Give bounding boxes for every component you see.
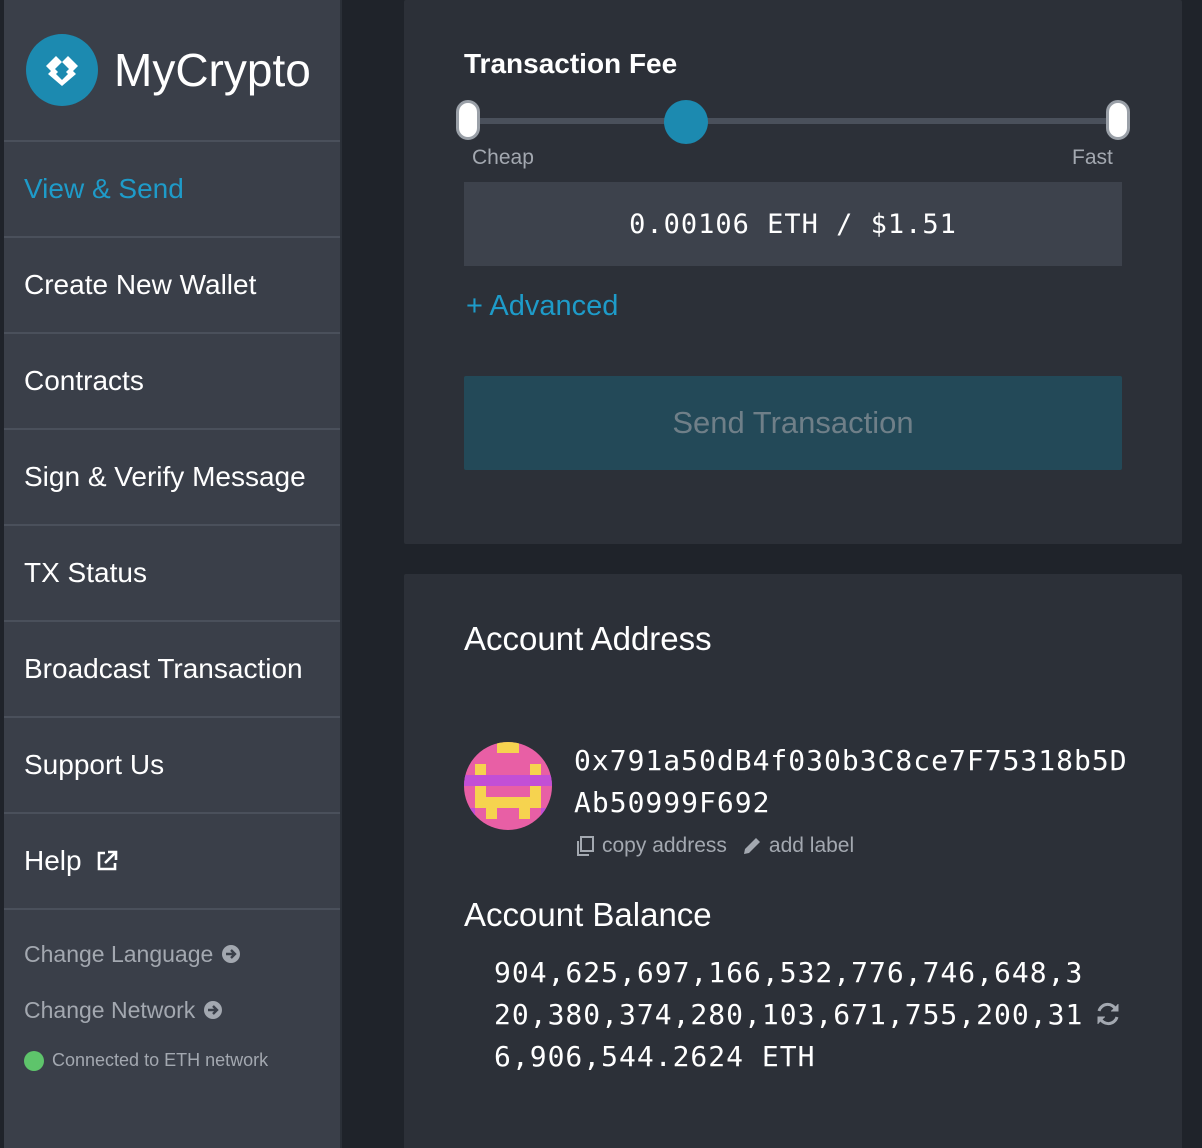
external-link-icon — [94, 848, 120, 874]
slider-min-handle — [456, 100, 480, 140]
nav-item-label: View & Send — [24, 173, 184, 204]
advanced-toggle[interactable]: + Advanced — [466, 290, 618, 323]
slider-max-handle — [1106, 100, 1130, 140]
transaction-card: Transaction Fee Cheap Fast 0.00106 ETH /… — [404, 0, 1182, 544]
refresh-balance-button[interactable] — [1094, 1000, 1122, 1033]
transaction-fee-title: Transaction Fee — [464, 48, 678, 79]
slider-label-cheap: Cheap — [472, 146, 534, 169]
network-status-text: Connected to ETH network — [52, 1050, 269, 1070]
sidebar: MyCrypto View & Send Create New Wallet C… — [4, 0, 342, 1148]
logo[interactable]: MyCrypto — [4, 0, 340, 142]
refresh-icon — [1097, 1002, 1119, 1026]
change-language-label: Change Language — [24, 940, 214, 967]
nav-item-label: Contracts — [24, 365, 144, 396]
arrow-circle-right-icon — [221, 944, 241, 964]
copy-address-button[interactable]: copy address — [574, 834, 727, 858]
mycrypto-logo-icon — [26, 34, 98, 106]
copy-address-label: copy address — [602, 834, 727, 857]
change-network-link[interactable]: Change Network — [24, 994, 340, 1026]
logo-text: MyCrypto — [114, 44, 311, 96]
copy-icon — [577, 836, 594, 856]
nav-item-label: Broadcast Transaction — [24, 653, 303, 684]
pencil-icon — [743, 838, 760, 854]
nav-item-broadcast[interactable]: Broadcast Transaction — [4, 622, 340, 718]
nav-item-tx-status[interactable]: TX Status — [4, 526, 340, 622]
account-balance-value: 904,625,697,166,532,776,746,648,320,380,… — [494, 956, 1084, 1073]
nav-item-label: Sign & Verify Message — [24, 461, 306, 492]
account-card: Account Address 0x791a50dB4f030b3C8ce7F7… — [404, 574, 1182, 1148]
send-transaction-button[interactable]: Send Transaction — [464, 376, 1122, 470]
account-balance-title: Account Balance — [464, 896, 712, 933]
slider-thumb[interactable] — [664, 100, 708, 144]
network-status: Connected to ETH network — [24, 1050, 340, 1071]
account-address-value: 0x791a50dB4f030b3C8ce7F75318b5DAb50999F6… — [574, 744, 1128, 819]
add-label-button[interactable]: add label — [741, 834, 854, 858]
change-language-link[interactable]: Change Language — [24, 938, 340, 970]
account-address-title: Account Address — [464, 620, 712, 657]
status-dot-icon — [24, 1050, 44, 1071]
nav-item-support[interactable]: Support Us — [4, 718, 340, 814]
fee-slider[interactable] — [456, 100, 1130, 144]
nav-item-label: Create New Wallet — [24, 269, 257, 300]
slider-label-fast: Fast — [1072, 146, 1113, 169]
fee-amount-display: 0.00106 ETH / $1.51 — [464, 182, 1122, 266]
nav-item-label: Support Us — [24, 749, 165, 780]
address-actions: copy address add label — [574, 834, 868, 858]
nav-item-view-send[interactable]: View & Send — [4, 142, 340, 238]
nav-item-contracts[interactable]: Contracts — [4, 334, 340, 430]
sidebar-footer: Change Language Change Network Connected… — [4, 910, 340, 1071]
identicon-avatar — [464, 742, 552, 830]
app-root: MyCrypto View & Send Create New Wallet C… — [0, 0, 1202, 1148]
arrow-circle-right-icon — [203, 1000, 223, 1020]
nav-item-label: Help — [24, 845, 82, 876]
nav-item-label: TX Status — [24, 557, 147, 588]
slider-track[interactable] — [468, 118, 1124, 124]
change-network-label: Change Network — [24, 996, 196, 1023]
nav-item-sign-verify[interactable]: Sign & Verify Message — [4, 430, 340, 526]
nav-item-help[interactable]: Help — [4, 814, 340, 910]
nav-item-create-wallet[interactable]: Create New Wallet — [4, 238, 340, 334]
add-label-label: add label — [768, 834, 855, 857]
